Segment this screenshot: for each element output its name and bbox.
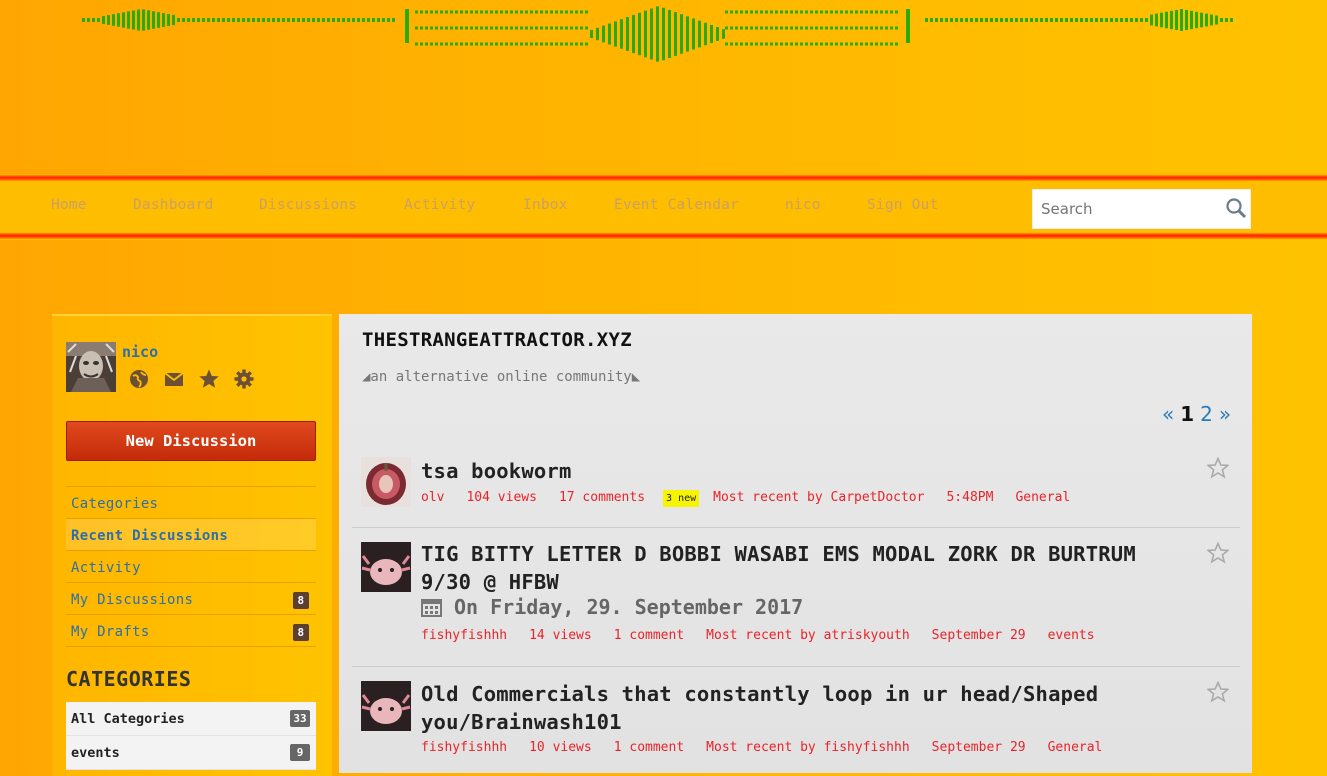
comment-count: 17 comments [558, 490, 646, 505]
author-link[interactable]: olv [421, 490, 444, 505]
view-count: 10 views [529, 740, 592, 755]
discussion-item: Old Commercials that constantly loop in … [352, 667, 1240, 773]
author-avatar[interactable] [361, 681, 411, 731]
last-activity-time: September 29 [931, 740, 1026, 755]
panel-item-label: My Drafts [71, 624, 150, 640]
count-badge: 33 [290, 710, 310, 727]
nav-home[interactable]: Home [51, 197, 87, 213]
event-date: On Friday, 29. September 2017 [454, 595, 804, 619]
navbar-bottom-stripe [0, 232, 1327, 239]
category-list: All Categories 33 events 9 [66, 702, 316, 770]
bookmark-star-icon[interactable] [1207, 457, 1229, 479]
discussion-meta: fishyfishhh 10 views 1 comment Most recent … [421, 740, 1124, 755]
discussion-item: tsa bookworm olv 104 views 17 comments 3 ne… [352, 445, 1240, 528]
search-icon[interactable] [1225, 197, 1247, 219]
panel-item-label: Recent Discussions [71, 528, 229, 544]
category-item-all[interactable]: All Categories 33 [66, 702, 316, 736]
panel-item-recent-discussions[interactable]: Recent Discussions [66, 518, 316, 550]
nav-event-calendar[interactable]: Event Calendar [614, 197, 739, 213]
site-banner-logo [82, 6, 1233, 62]
panel-item-my-discussions[interactable]: My Discussions 8 [66, 582, 316, 614]
category-link[interactable]: General [1015, 490, 1070, 505]
count-badge: 8 [293, 592, 309, 609]
category-link[interactable]: events [1048, 628, 1095, 643]
calendar-icon [421, 599, 442, 617]
discussion-title-link[interactable]: TIG BITTY LETTER D BOBBI WASABI EMS MODA… [421, 540, 1181, 596]
page-title: THESTRANGEATTRACTOR.XYZ [362, 329, 632, 351]
comment-count: 1 comment [613, 740, 685, 755]
discussion-title-link[interactable]: Old Commercials that constantly loop in … [421, 680, 1181, 736]
pager-prev[interactable]: « [1162, 402, 1174, 426]
bookmark-star-icon[interactable] [1207, 681, 1229, 703]
star-icon[interactable] [198, 368, 220, 390]
discussion-meta: fishyfishhh 14 views 1 comment Most recent … [421, 628, 1117, 643]
categories-heading: CATEGORIES [66, 667, 192, 691]
author-link[interactable]: fishyfishhh [421, 628, 507, 643]
mail-icon[interactable] [163, 368, 185, 390]
nav-dashboard[interactable]: Dashboard [133, 197, 213, 213]
last-activity-time: 5:48PM [946, 490, 994, 505]
new-comments-badge[interactable]: 3 new [663, 490, 700, 507]
pager-page-2[interactable]: 2 [1200, 402, 1213, 426]
category-link[interactable]: General [1048, 740, 1103, 755]
gear-icon[interactable] [233, 368, 255, 390]
most-recent-by[interactable]: Most recent by atriskyouth [706, 628, 910, 643]
discussion-title-link[interactable]: tsa bookworm [421, 457, 1181, 485]
username-link[interactable]: nico [122, 343, 158, 361]
nav-activity[interactable]: Activity [404, 197, 475, 213]
panel-item-my-drafts[interactable]: My Drafts 8 [66, 614, 316, 646]
bookmark-star-icon[interactable] [1207, 542, 1229, 564]
user-avatar[interactable] [66, 342, 116, 392]
comment-count: 1 comment [613, 628, 685, 643]
count-badge: 8 [293, 624, 309, 641]
count-badge: 9 [290, 744, 310, 761]
globe-icon[interactable] [128, 368, 150, 390]
panel-item-label: Activity [71, 560, 141, 576]
panel-item-label: Categories [71, 496, 159, 512]
author-link[interactable]: fishyfishhh [421, 740, 507, 755]
panel-item-categories[interactable]: Categories [66, 486, 316, 518]
search-input[interactable] [1033, 190, 1234, 228]
search-box [1032, 189, 1251, 229]
most-recent-by[interactable]: Most recent by fishyfishhh [706, 740, 910, 755]
author-avatar[interactable] [361, 542, 411, 592]
most-recent-by[interactable]: Most recent by CarpetDoctor [713, 490, 924, 505]
category-label: events [71, 745, 120, 761]
navbar-top-stripe [0, 174, 1327, 181]
nav-discussions[interactable]: Discussions [259, 197, 357, 213]
view-count: 104 views [466, 490, 537, 505]
nav-inbox[interactable]: Inbox [523, 197, 568, 213]
discussion-meta: olv 104 views 17 comments 3 new Most recent … [421, 490, 1092, 507]
author-avatar[interactable] [361, 457, 411, 507]
pager-next[interactable]: » [1219, 402, 1231, 426]
discussion-filter-panel: Categories Recent Discussions Activity M… [66, 486, 316, 647]
page-subtitle: ◢an alternative online community◣ [362, 369, 641, 385]
panel-item-activity[interactable]: Activity [66, 550, 316, 582]
discussion-item: TIG BITTY LETTER D BOBBI WASABI EMS MODA… [352, 528, 1240, 667]
pagination: «1 2» [1162, 402, 1231, 426]
panel-item-label: My Discussions [71, 592, 194, 608]
new-discussion-button[interactable]: New Discussion [66, 421, 316, 461]
nav-profile[interactable]: nico [785, 197, 821, 213]
last-activity-time: September 29 [931, 628, 1026, 643]
view-count: 14 views [529, 628, 592, 643]
pager-current: 1 [1180, 402, 1195, 426]
category-label: All Categories [71, 711, 185, 727]
category-item-events[interactable]: events 9 [66, 736, 316, 770]
nav-sign-out[interactable]: Sign Out [867, 197, 938, 213]
